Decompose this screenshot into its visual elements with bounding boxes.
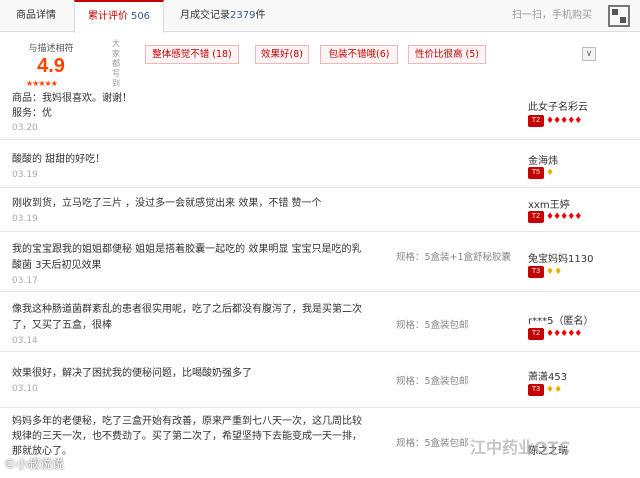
review-text-cont: 了，又买了五盒，很棒 [12,320,112,331]
tag-good-effect[interactable]: 效果好(8) [255,45,309,64]
reviewer-level-badge: T2 ♦♦♦♦♦ [528,210,582,224]
review-item: 酸酸的 甜甜的好吃！ 03.19 金海炜 T5 ♦ [0,140,640,188]
reviewer-level-badge: T5 ♦ [528,166,554,180]
level-icon: T2 [528,115,544,127]
level-icon: T5 [528,167,544,179]
reviewer-name[interactable]: r***5（匿名） [528,312,593,327]
diamond-icon: ♦♦ [546,385,563,395]
tab-monthly-sales-count: 2379 [230,10,256,21]
tab-product-details[interactable]: 商品详情 [16,0,56,32]
reviewer-level-badge: T2 ♦♦♦♦♦ [528,114,582,128]
review-date: 03.17 [12,276,38,286]
review-text-cont: 规律的三天一次，也不费劲了。买了第二次了，希望坚持下去能变成一天一排， [12,431,362,442]
level-icon: T2 [528,328,544,340]
rating-summary: 与描述相符 4.9 ★★★★★ 大家都写到 整体感觉不错 (18) 效果好(8)… [0,33,640,88]
watermark-right: 江中药业OTC [470,438,571,457]
level-icon: T2 [528,211,544,223]
tag-good-packaging[interactable]: 包装不错哦(6) [320,45,398,64]
level-icon: T3 [528,384,544,396]
review-item: 刚收到货，立马吃了三片 ，没过多一会就感觉出来 效果，不错 赞一个 03.19 … [0,188,640,232]
tag-good-value[interactable]: 性价比很高 (5) [408,45,486,64]
qr-code-icon[interactable] [608,5,630,27]
review-text: 效果很好，解决了困扰我的便秘问题，比喝酸奶强多了 [12,368,252,379]
watermark-left: ©小叔说说 [4,457,65,471]
review-spec: 规格：5盒装包邮 [396,376,469,387]
review-text: 像我这种肠道菌群紊乱的患者很实用呢，吃了之后都没有腹泻了，我是买第二次 [12,304,362,315]
tab-monthly-sales[interactable]: 月成交记录2379件 [180,0,265,32]
reviewer-name[interactable]: 兔宝妈妈1130 [528,250,593,265]
reviewer-name[interactable]: 此女子名彩云 [528,98,588,113]
rating-score: 4.9 [37,55,65,77]
diamond-icon: ♦♦♦♦♦ [546,212,582,222]
tags-vertical-label: 大家都写到 [112,39,120,88]
reviewer-level-badge: T3 ♦♦ [528,265,562,279]
diamond-icon: ♦♦♦♦♦ [546,329,582,339]
review-text: 商品：我妈很喜欢。谢谢！ [12,93,132,104]
review-spec: 规格：5盒装包邮 [396,320,469,331]
rating-label: 与描述相符 [28,44,74,54]
review-date: 03.19 [12,214,38,224]
tab-monthly-sales-suffix: 件 [255,10,266,21]
tab-reviews-count: 506 [130,11,151,22]
review-text-cont: 酸菌 3天后初见效果 [12,260,102,271]
reviewer-level-badge: T2 ♦♦♦♦♦ [528,327,582,341]
review-item: 效果很好，解决了困扰我的便秘问题，比喝酸奶强多了 03.10 规格：5盒装包邮 … [0,352,640,408]
tag-overall-good[interactable]: 整体感觉不错 (18) [145,45,239,64]
review-text: 妈妈多年的老便秘，吃了三盒开始有改善，原来严重到七八天一次，这几周比较 [12,416,362,427]
review-text: 刚收到货，立马吃了三片 ，没过多一会就感觉出来 效果，不错 赞一个 [12,198,322,209]
rating-stars-icon: ★★★★★ [26,79,58,88]
level-icon: T3 [528,266,544,278]
review-item: 商品：我妈很喜欢。谢谢！ 服务：优 03.20 此女子名彩云 T2 ♦♦♦♦♦ [0,88,640,140]
review-item: 像我这种肠道菌群紊乱的患者很实用呢，吃了之后都没有腹泻了，我是买第二次 了，又买… [0,292,640,352]
review-text: 酸酸的 甜甜的好吃！ [12,154,106,165]
review-date: 03.20 [12,123,38,133]
reviewer-name[interactable]: xxm王婷 [528,196,570,211]
review-text: 我的宝宝跟我的姐姐都便秘 姐姐是搭着胶囊一起吃的 效果明显 宝宝只是吃的乳 [12,244,362,255]
tab-reviews[interactable]: 累计评价 506 [74,0,164,33]
diamond-icon: ♦ [546,168,555,178]
reviewer-level-badge: T3 ♦♦ [528,383,562,397]
review-item: 我的宝宝跟我的姐姐都便秘 姐姐是搭着胶囊一起吃的 效果明显 宝宝只是吃的乳 酸菌… [0,232,640,292]
review-date: 03.10 [12,384,38,394]
expand-tags-button[interactable]: ∨ [582,47,596,61]
review-date: 03.14 [12,336,38,346]
scan-to-buy-text: 扫一扫，手机购买 [512,10,592,21]
review-service-text: 服务：优 [12,108,52,119]
tab-reviews-label: 累计评价 [87,11,128,22]
review-date: 03.19 [12,170,38,180]
tab-bar: 商品详情 累计评价 506 月成交记录2379件 扫一扫，手机购买 [0,0,640,33]
diamond-icon: ♦♦ [546,267,563,277]
reviewer-name[interactable]: 萧潇453 [528,368,567,383]
reviewer-name[interactable]: 金海炜 [528,152,558,167]
review-spec: 规格：5盒装+1盒舒秘胶囊 [396,252,512,263]
diamond-icon: ♦♦♦♦♦ [546,116,582,126]
tab-monthly-sales-label: 月成交记录 [180,10,230,21]
